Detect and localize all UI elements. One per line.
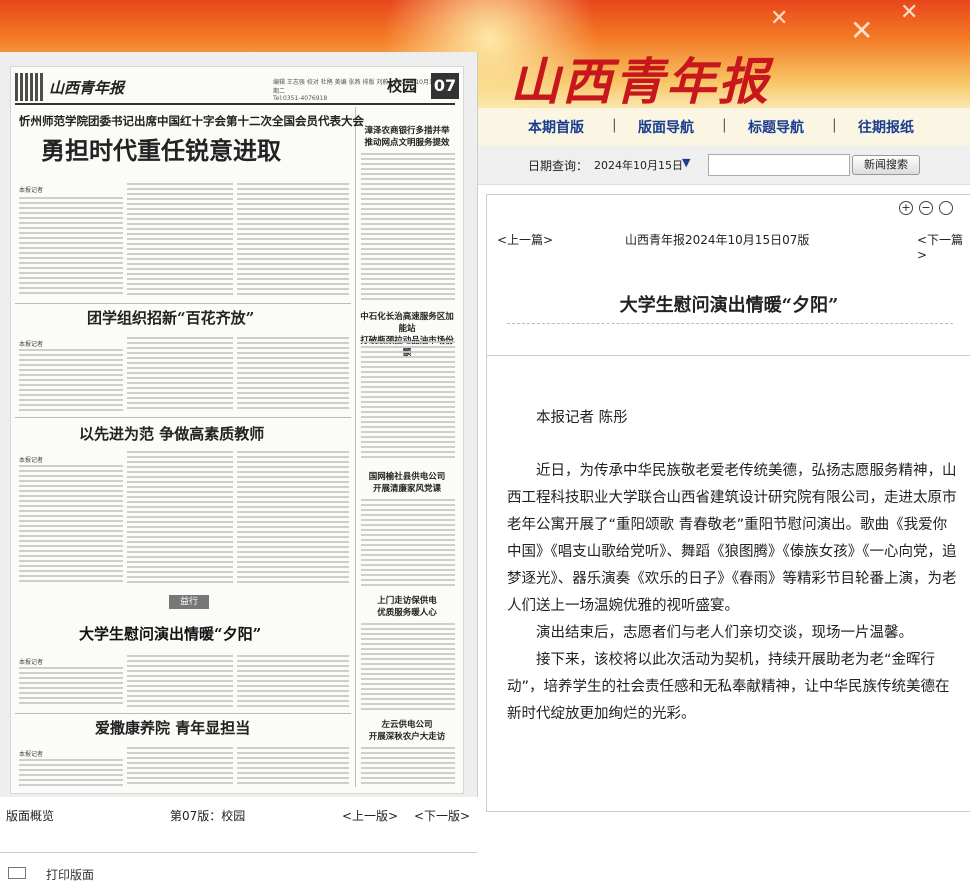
- headline-care-home[interactable]: 爱撒康养院 青年显担当: [95, 717, 250, 738]
- chevron-down-icon[interactable]: ▼: [682, 156, 690, 169]
- text-block: [361, 747, 455, 787]
- page-overview-link[interactable]: 版面概览: [6, 807, 54, 824]
- printer-icon: [8, 867, 26, 879]
- nav-front-page[interactable]: 本期首版: [528, 117, 584, 137]
- nav-page-navigation[interactable]: 版面导航: [638, 117, 694, 137]
- prev-page-link[interactable]: <上一版>: [342, 807, 398, 824]
- print-page-link[interactable]: 打印版面: [8, 866, 94, 883]
- text-block: [237, 655, 349, 707]
- dove-icon: ✕: [900, 0, 919, 25]
- text-block: [237, 747, 349, 787]
- page-section-name: 校园: [387, 77, 418, 95]
- page-header-info: 编辑 王志强 校对 杜鹃 美编 张燕 排版 刘蔚 · 2024年10月15日 星…: [273, 79, 451, 102]
- headline-current-article[interactable]: 大学生慰问演出情暖“夕阳”: [79, 623, 261, 644]
- text-block: [361, 499, 455, 589]
- page-header-logo: 山西青年报: [49, 79, 125, 97]
- headline-recruit[interactable]: 团学组织招新“百花齐放”: [87, 307, 254, 328]
- text-block: [19, 667, 123, 707]
- nav-separator: |: [832, 117, 837, 133]
- byline: 本报记者: [19, 341, 44, 348]
- text-block: [19, 349, 123, 411]
- divider: [15, 713, 351, 714]
- divider: [0, 852, 477, 853]
- page-number-badge: 07: [431, 73, 459, 99]
- column-divider: [355, 107, 356, 787]
- article-author: 本报记者 陈彤: [536, 410, 628, 426]
- text-block: [237, 451, 349, 583]
- side-headline-4[interactable]: 上门走访保供电 优质服务暖人心: [359, 595, 455, 619]
- byline: 本报记者: [19, 187, 44, 194]
- dove-icon: ✕: [850, 14, 874, 47]
- section-stamp: 益行: [169, 595, 209, 609]
- text-block: [361, 623, 455, 713]
- divider: [507, 323, 953, 324]
- nav-title-navigation[interactable]: 标题导航: [748, 117, 804, 137]
- text-block: [127, 183, 233, 297]
- zoom-in-icon[interactable]: +: [899, 201, 913, 215]
- text-block: [361, 341, 455, 461]
- text-block: [19, 465, 123, 583]
- byline: 本报记者: [19, 659, 44, 666]
- text-block: [237, 183, 349, 297]
- article-panel: + − <上一篇> 山西青年报2024年10月15日07版 <下一篇> 大学生慰…: [486, 194, 970, 812]
- divider: [487, 355, 970, 356]
- article-body: 本报记者 陈彤 近日，为传承中华民族敬老爱老传统美德，弘扬志愿服务精神，山西工程…: [507, 405, 957, 728]
- date-search-bar: 日期查询： 2024年10月15日 ▼ 新闻搜索: [478, 146, 970, 185]
- next-page-link[interactable]: <下一版>: [414, 807, 470, 824]
- text-block: [127, 451, 233, 583]
- article-title: 大学生慰问演出情暖“夕阳”: [619, 295, 839, 316]
- current-page-label: 第07版：校园: [170, 809, 246, 823]
- nav-separator: |: [722, 117, 727, 133]
- article-paragraph: 演出结束后，志愿者们与老人们亲切交谈，现场一片温馨。: [536, 625, 913, 641]
- text-block: [19, 197, 123, 297]
- next-article-link[interactable]: <下一篇>: [917, 231, 970, 262]
- text-block: [237, 337, 349, 411]
- headline-main[interactable]: 勇担时代重任锐意进取: [41, 131, 281, 166]
- text-block: [127, 747, 233, 787]
- main-nav: 本期首版 | 版面导航 | 标题导航 | 往期报纸: [478, 108, 970, 146]
- article-paragraph: 近日，为传承中华民族敬老爱老传统美德，弘扬志愿服务精神，山西工程科技职业大学联合…: [507, 463, 957, 614]
- site-logo[interactable]: 山西青年报: [510, 42, 770, 108]
- page-footer-nav: 版面概览 第07版：校园 <上一版> <下一版>: [0, 800, 477, 830]
- headline-kicker[interactable]: 忻州师范学院团委书记出席中国红十字会第十二次全国会员代表大会: [19, 113, 364, 129]
- nav-separator: |: [612, 117, 617, 133]
- article-paragraph: 接下来，该校将以此次活动为契机，持续开展助老为老“金晖行动”，培养学生的社会责任…: [507, 652, 950, 722]
- date-label: 日期查询：: [528, 159, 589, 173]
- side-headline-5[interactable]: 左云供电公司 开展深秋农户大走访: [359, 719, 455, 743]
- divider: [15, 303, 351, 304]
- search-button[interactable]: 新闻搜索: [852, 155, 920, 175]
- side-headline-3[interactable]: 国网榆社县供电公司 开展清廉家风党课: [359, 471, 455, 495]
- byline: 本报记者: [19, 457, 44, 464]
- page-header: 山西青年报 编辑 王志强 校对 杜鹃 美编 张燕 排版 刘蔚 · 2024年10…: [15, 73, 459, 105]
- qr-code-icon: [15, 73, 43, 101]
- newspaper-page-image[interactable]: 山西青年报 编辑 王志强 校对 杜鹃 美编 张燕 排版 刘蔚 · 2024年10…: [10, 66, 464, 794]
- text-block: [361, 153, 455, 303]
- divider: [15, 417, 351, 418]
- headline-teacher[interactable]: 以先进为范 争做高素质教师: [79, 423, 264, 444]
- dove-icon: ✕: [770, 6, 789, 31]
- text-block: [127, 655, 233, 707]
- article-breadcrumb: 山西青年报2024年10月15日07版: [625, 233, 810, 247]
- page-preview-panel: 山西青年报 编辑 王志强 校对 杜鹃 美编 张燕 排版 刘蔚 · 2024年10…: [0, 52, 478, 797]
- search-input[interactable]: [708, 154, 850, 176]
- text-block: [127, 337, 233, 411]
- zoom-out-icon[interactable]: −: [919, 201, 933, 215]
- prev-article-link[interactable]: <上一篇>: [497, 231, 553, 248]
- text-block: [19, 759, 123, 787]
- byline: 本报记者: [19, 751, 44, 758]
- nav-past-issues[interactable]: 往期报纸: [858, 117, 914, 137]
- side-headline-1[interactable]: 漳泽农商银行多措并举 推动网点文明服务提效: [359, 125, 455, 149]
- date-select[interactable]: 2024年10月15日: [594, 157, 683, 173]
- zoom-reset-icon[interactable]: [939, 201, 953, 215]
